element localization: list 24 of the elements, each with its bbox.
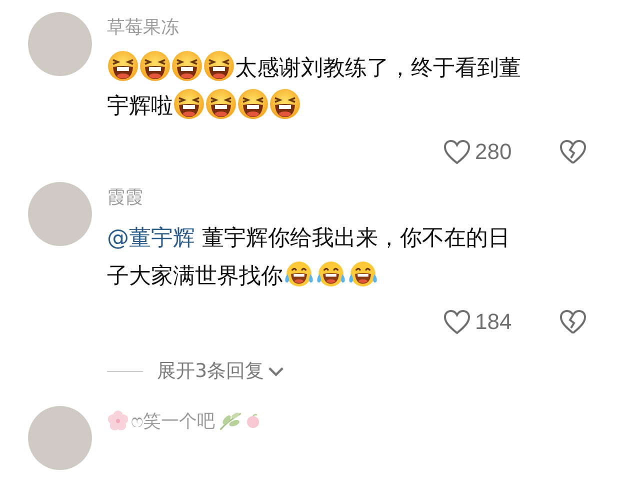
username[interactable]: ෆ笑一个吧 — [131, 409, 215, 433]
heart-icon[interactable] — [443, 139, 471, 165]
leaf-icon — [217, 410, 243, 432]
laughing-emoji-icon — [203, 50, 235, 82]
laughing-emoji-icon — [171, 50, 203, 82]
chevron-down-icon — [268, 366, 284, 376]
username[interactable]: 草莓果冻 — [107, 15, 179, 39]
like-count: 184 — [475, 309, 513, 335]
peach-icon — [245, 413, 261, 429]
heart-icon[interactable] — [443, 309, 471, 335]
laughing-emoji-icon — [139, 50, 171, 82]
like-count: 280 — [475, 139, 513, 165]
comment-text: @董宇辉 董宇辉你给我出来，你不在的日 子大家满世界找你 — [107, 225, 511, 292]
laughing-emoji-icon — [237, 88, 269, 120]
laughing-emoji-icon — [173, 88, 205, 120]
laughing-emoji-icon — [107, 50, 139, 82]
username[interactable]: 霞霞 — [107, 185, 143, 209]
broken-heart-icon[interactable] — [559, 139, 587, 165]
broken-heart-icon[interactable] — [559, 309, 587, 335]
comment-text: 太感谢刘教练了，终于看到董 宇辉啦 — [107, 50, 607, 126]
flower-icon — [107, 410, 129, 432]
laughing-emoji-icon — [269, 88, 301, 120]
expand-replies-button[interactable]: 展开3条回复 — [157, 358, 284, 384]
laughing-emoji-icon — [205, 88, 237, 120]
